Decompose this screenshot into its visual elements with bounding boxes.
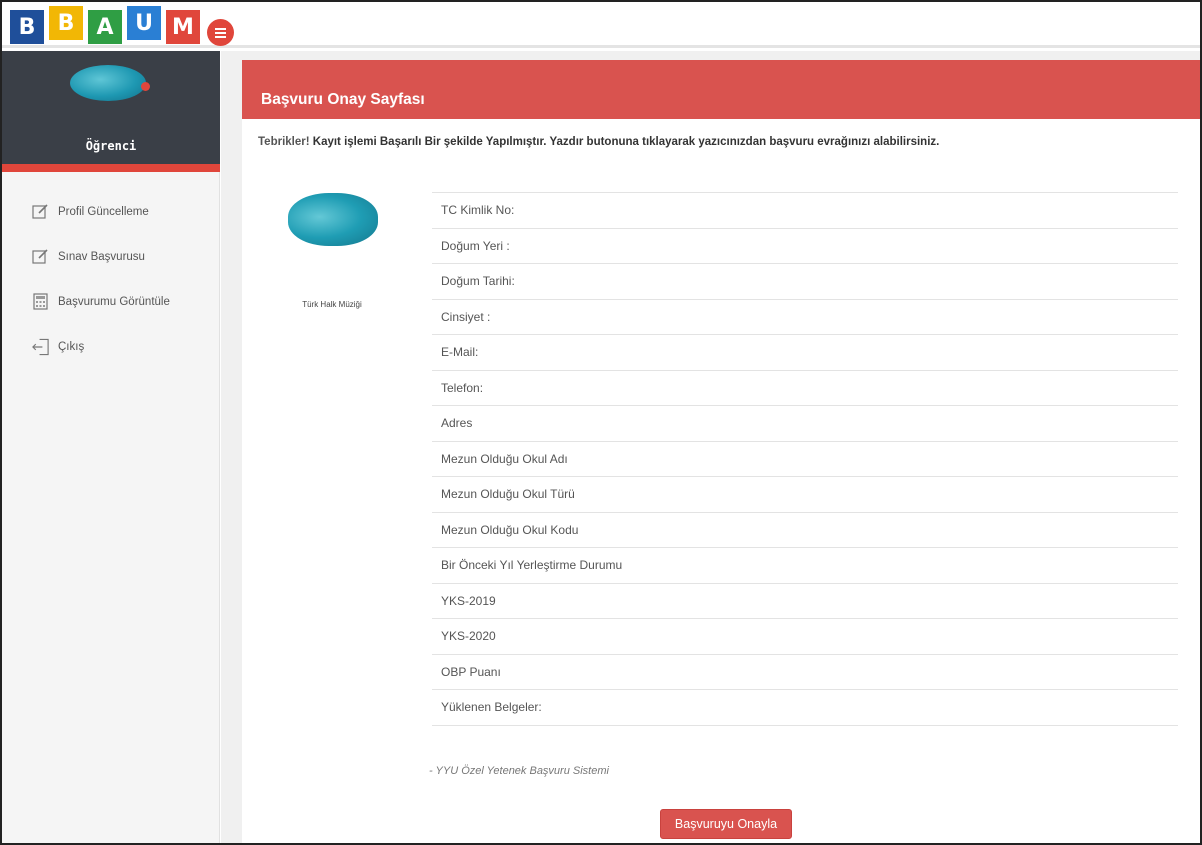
- applicant-photo: [288, 193, 378, 246]
- info-row-tc: TC Kimlik No:: [432, 193, 1178, 229]
- info-row-phone: Telefon:: [432, 371, 1178, 406]
- info-row-yks-2020: YKS-2020: [432, 619, 1178, 655]
- sidebar-nav: Profil Güncelleme Sınav Başvurusu Başvur…: [2, 189, 220, 369]
- success-prefix: Tebrikler!: [258, 136, 310, 148]
- sidebar-item-label: Profil Güncelleme: [58, 205, 149, 218]
- department-label: Türk Halk Müziği: [302, 300, 362, 309]
- applicant-info-table: TC Kimlik No: Doğum Yeri : Doğum Tarihi:…: [432, 192, 1178, 726]
- info-row-email: E-Mail:: [432, 335, 1178, 371]
- sidebar-item-basvurumu-goruntule[interactable]: Başvurumu Görüntüle: [2, 279, 220, 324]
- info-row-previous-placement: Bir Önceki Yıl Yerleştirme Durumu: [432, 548, 1178, 584]
- info-row-birthdate: Doğum Tarihi:: [432, 264, 1178, 300]
- footer-note: - YYU Özel Yetenek Başvuru Sistemi: [429, 765, 609, 777]
- info-row-yks-2019: YKS-2019: [432, 584, 1178, 619]
- bbaum-logo[interactable]: B B A U M: [10, 6, 205, 44]
- sidebar-item-label: Başvurumu Görüntüle: [58, 295, 170, 308]
- logo-letter: A: [88, 10, 122, 44]
- profile-name: Öğrenci: [85, 139, 137, 153]
- calculator-icon: [31, 292, 50, 311]
- panel-header: Başvuru Onay Sayfası: [242, 60, 1200, 119]
- info-row-school-name: Mezun Olduğu Okul Adı: [432, 442, 1178, 477]
- logo-letter: M: [166, 10, 200, 44]
- info-row-uploaded-docs: Yüklenen Belgeler:: [432, 690, 1178, 726]
- sidebar-item-label: Çıkış: [58, 340, 85, 353]
- profile-box: Öğrenci: [2, 51, 220, 172]
- logo-letter: B: [49, 6, 83, 40]
- sign-out-icon: [31, 337, 50, 356]
- info-row-school-type: Mezun Olduğu Okul Türü: [432, 477, 1178, 513]
- sidebar-item-label: Sınav Başvurusu: [58, 250, 145, 263]
- application-confirm-panel: Başvuru Onay Sayfası Tebrikler! Kayıt iş…: [242, 60, 1200, 843]
- logo-letter: B: [10, 10, 44, 44]
- confirm-application-button[interactable]: Başvuruyu Onayla: [660, 809, 792, 839]
- info-row-gender: Cinsiyet :: [432, 300, 1178, 335]
- info-row-obp: OBP Puanı: [432, 655, 1178, 690]
- page-title: Başvuru Onay Sayfası: [261, 91, 425, 108]
- logo-letter: U: [127, 6, 161, 40]
- sidebar: Öğrenci Profil Güncelleme Sınav Başvurus…: [2, 51, 220, 843]
- info-row-address: Adres: [432, 406, 1178, 442]
- edit-icon: [31, 247, 50, 266]
- status-dot-icon: [141, 82, 150, 91]
- success-text: Kayıt işlemi Başarılı Bir şekilde Yapılm…: [309, 136, 940, 148]
- sidebar-item-sinav-basvurusu[interactable]: Sınav Başvurusu: [2, 234, 220, 279]
- hamburger-menu-icon[interactable]: [207, 19, 234, 46]
- success-message: Tebrikler! Kayıt işlemi Başarılı Bir şek…: [258, 136, 939, 148]
- info-row-birthplace: Doğum Yeri :: [432, 229, 1178, 264]
- sidebar-item-cikis[interactable]: Çıkış: [2, 324, 220, 369]
- top-bar: B B A U M: [2, 2, 1200, 48]
- avatar[interactable]: [70, 65, 146, 101]
- info-row-school-code: Mezun Olduğu Okul Kodu: [432, 513, 1178, 548]
- sidebar-item-profil-guncelleme[interactable]: Profil Güncelleme: [2, 189, 220, 234]
- edit-icon: [31, 202, 50, 221]
